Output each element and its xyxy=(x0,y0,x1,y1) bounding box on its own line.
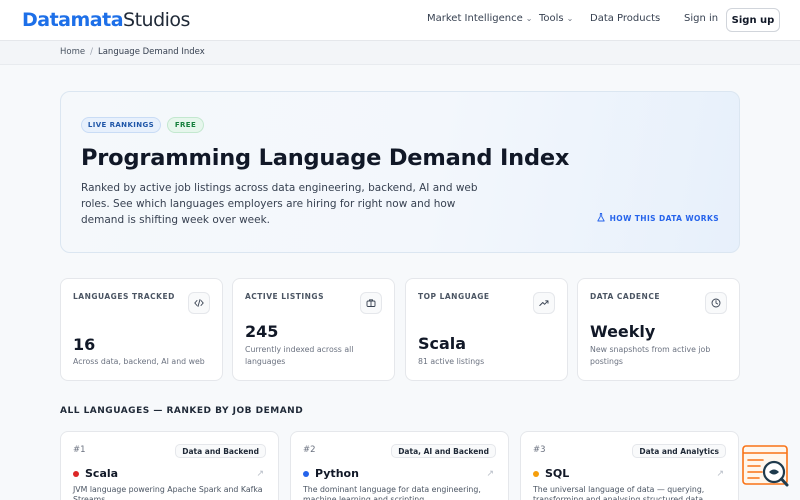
briefcase-icon xyxy=(360,292,382,314)
clock-icon xyxy=(705,292,727,314)
stat-card-languages-tracked: LANGUAGES TRACKED 16 Across data, backen… xyxy=(60,278,223,381)
stat-label: TOP LANGUAGE xyxy=(418,292,490,301)
sign-in-link[interactable]: Sign in xyxy=(684,13,718,24)
stat-label: DATA CADENCE xyxy=(590,292,660,301)
brand-name-secondary: Studios xyxy=(123,9,190,31)
nav-label: Market Intelligence xyxy=(427,13,523,24)
stat-subtext: Across data, backend, AI and web xyxy=(73,357,205,366)
nav-data-products[interactable]: Data Products xyxy=(590,13,660,24)
arrow-up-right-icon: ↗ xyxy=(486,469,494,479)
language-rank: #1 xyxy=(73,445,86,455)
breadcrumb-home[interactable]: Home xyxy=(60,47,85,57)
language-category-tag: Data, AI and Backend xyxy=(391,444,496,458)
how-data-works-link[interactable]: HOW THIS DATA WORKS xyxy=(596,213,719,224)
breadcrumb: Home / Language Demand Index xyxy=(60,47,205,57)
language-rank: #3 xyxy=(533,445,546,455)
arrow-up-right-icon: ↗ xyxy=(716,469,724,479)
stat-subtext: 81 active listings xyxy=(418,357,485,366)
stat-label: LANGUAGES TRACKED xyxy=(73,292,175,301)
language-card-scala[interactable]: #1 Data and Backend Scala ↗ JVM language… xyxy=(60,431,279,500)
stat-value: Weekly xyxy=(590,322,656,341)
stat-card-top-language: TOP LANGUAGE Scala 81 active listings xyxy=(405,278,568,381)
language-category-tag: Data and Analytics xyxy=(632,444,726,458)
live-rankings-badge: LIVE RANKINGS xyxy=(81,117,161,133)
stat-subtext: New snapshots from active job postings xyxy=(590,345,711,366)
hero-panel: LIVE RANKINGS FREE Programming Language … xyxy=(60,91,740,253)
floating-search-widget[interactable] xyxy=(741,445,791,491)
how-data-works-label: HOW THIS DATA WORKS xyxy=(609,214,719,223)
page-description: Ranked by active job listings across dat… xyxy=(81,182,478,226)
stat-label: ACTIVE LISTINGS xyxy=(245,292,324,301)
code-icon xyxy=(188,292,210,314)
chevron-down-icon: ⌄ xyxy=(525,14,533,23)
language-color-dot xyxy=(533,470,539,477)
language-rank: #2 xyxy=(303,445,316,455)
language-description: The dominant language for data engineeri… xyxy=(303,485,481,500)
brand-logo[interactable]: DatamataStudios xyxy=(22,8,190,32)
brand-name-primary: Datamata xyxy=(22,9,124,31)
nav-label: Tools xyxy=(539,13,564,24)
free-badge: FREE xyxy=(167,117,204,133)
nav-market-intelligence[interactable]: Market Intelligence ⌄ xyxy=(427,13,532,24)
breadcrumb-current: Language Demand Index xyxy=(97,47,205,57)
language-category-tag: Data and Backend xyxy=(175,444,266,458)
breadcrumb-bar: Home / Language Demand Index xyxy=(0,41,800,65)
trending-up-icon xyxy=(533,292,555,314)
flask-icon xyxy=(596,213,605,224)
stat-subtext: Currently indexed across all languages xyxy=(245,345,354,366)
breadcrumb-separator: / xyxy=(90,47,93,57)
nav-tools[interactable]: Tools ⌄ xyxy=(539,13,573,24)
language-name: Python xyxy=(303,467,359,480)
language-name-text: Python xyxy=(315,467,359,480)
language-card-python[interactable]: #2 Data, AI and Backend Python ↗ The dom… xyxy=(290,431,509,500)
language-name-text: SQL xyxy=(545,467,570,480)
language-color-dot xyxy=(73,470,79,477)
stat-card-data-cadence: DATA CADENCE Weekly New snapshots from a… xyxy=(577,278,740,381)
language-description: JVM language powering Apache Spark and K… xyxy=(73,485,263,500)
language-name: Scala xyxy=(73,467,118,480)
stat-value: Scala xyxy=(418,334,467,353)
language-name-text: Scala xyxy=(85,467,119,480)
stat-value: 245 xyxy=(245,322,279,341)
document-search-icon xyxy=(742,445,789,487)
chevron-down-icon: ⌄ xyxy=(566,14,574,23)
language-name: SQL xyxy=(533,467,569,480)
page-title: Programming Language Demand Index xyxy=(81,145,570,171)
language-card-sql[interactable]: #3 Data and Analytics SQL ↗ The universa… xyxy=(520,431,739,500)
stat-card-active-listings: ACTIVE LISTINGS 245 Currently indexed ac… xyxy=(232,278,395,381)
stat-value: 16 xyxy=(73,335,96,354)
section-title: ALL LANGUAGES — RANKED BY JOB DEMAND xyxy=(60,406,304,416)
arrow-up-right-icon: ↗ xyxy=(256,469,264,479)
top-navigation: DatamataStudios Market Intelligence ⌄ To… xyxy=(0,0,800,41)
language-description: The universal language of data — queryin… xyxy=(533,485,705,500)
nav-label: Data Products xyxy=(590,13,661,24)
sign-up-button[interactable]: Sign up xyxy=(726,8,780,32)
language-color-dot xyxy=(303,470,309,477)
